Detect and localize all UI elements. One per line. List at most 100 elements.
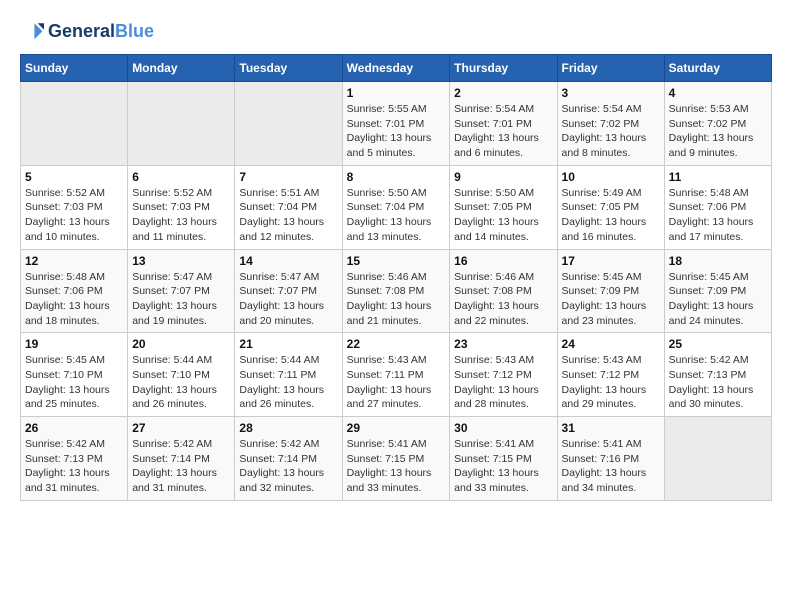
calendar-cell: 7 Sunrise: 5:51 AM Sunset: 7:04 PM Daylig… — [235, 165, 342, 249]
calendar-cell: 21 Sunrise: 5:44 AM Sunset: 7:11 PM Dayli… — [235, 333, 342, 417]
day-number: 3 — [562, 86, 660, 100]
calendar-cell: 17 Sunrise: 5:45 AM Sunset: 7:09 PM Dayli… — [557, 249, 664, 333]
day-info: Sunrise: 5:42 AM Sunset: 7:13 PM Dayligh… — [669, 353, 767, 412]
day-info: Sunrise: 5:54 AM Sunset: 7:02 PM Dayligh… — [562, 102, 660, 161]
calendar-cell: 15Sunrise: 5:46 AM Sunset: 7:08 PM Dayli… — [342, 249, 450, 333]
calendar-cell — [128, 82, 235, 166]
day-info: Sunrise: 5:53 AM Sunset: 7:02 PM Dayligh… — [669, 102, 767, 161]
day-number: 23 — [454, 337, 552, 351]
day-info: Sunrise: 5:41 AM Sunset: 7:15 PM Dayligh… — [347, 437, 446, 496]
day-info: Sunrise: 5:41 AM Sunset: 7:15 PM Dayligh… — [454, 437, 552, 496]
day-number: 1 — [347, 86, 446, 100]
day-info: Sunrise: 5:54 AM Sunset: 7:01 PM Dayligh… — [454, 102, 552, 161]
day-info: Sunrise: 5:45 AM Sunset: 7:09 PM Dayligh… — [669, 270, 767, 329]
day-info: Sunrise: 5:44 AM Sunset: 7:11 PM Dayligh… — [239, 353, 337, 412]
calendar-week: 19 Sunrise: 5:45 AM Sunset: 7:10 PM Dayli… — [21, 333, 772, 417]
day-number: 25 — [669, 337, 767, 351]
day-info: Sunrise: 5:47 AM Sunset: 7:07 PM Dayligh… — [239, 270, 337, 329]
day-info: Sunrise: 5:52 AM Sunset: 7:03 PM Dayligh… — [132, 186, 230, 245]
day-number: 21 — [239, 337, 337, 351]
calendar-body: 1 Sunrise: 5:55 AM Sunset: 7:01 PM Daylig… — [21, 82, 772, 501]
calendar-cell: 12 Sunrise: 5:48 AM Sunset: 7:06 PM Dayli… — [21, 249, 128, 333]
calendar-cell: 23Sunrise: 5:43 AM Sunset: 7:12 PM Dayli… — [450, 333, 557, 417]
weekday-header: Tuesday — [235, 55, 342, 82]
weekday-header: Monday — [128, 55, 235, 82]
day-number: 12 — [25, 254, 123, 268]
calendar-cell: 19 Sunrise: 5:45 AM Sunset: 7:10 PM Dayli… — [21, 333, 128, 417]
calendar-cell: 4 Sunrise: 5:53 AM Sunset: 7:02 PM Daylig… — [664, 82, 771, 166]
calendar-cell: 5Sunrise: 5:52 AM Sunset: 7:03 PM Daylig… — [21, 165, 128, 249]
day-info: Sunrise: 5:46 AM Sunset: 7:08 PM Dayligh… — [454, 270, 552, 329]
weekday-header: Sunday — [21, 55, 128, 82]
day-info: Sunrise: 5:51 AM Sunset: 7:04 PM Dayligh… — [239, 186, 337, 245]
day-info: Sunrise: 5:43 AM Sunset: 7:11 PM Dayligh… — [347, 353, 446, 412]
calendar-cell: 3 Sunrise: 5:54 AM Sunset: 7:02 PM Daylig… — [557, 82, 664, 166]
calendar-cell: 24Sunrise: 5:43 AM Sunset: 7:12 PM Dayli… — [557, 333, 664, 417]
calendar-cell: 8 Sunrise: 5:50 AM Sunset: 7:04 PM Daylig… — [342, 165, 450, 249]
calendar-cell: 6 Sunrise: 5:52 AM Sunset: 7:03 PM Daylig… — [128, 165, 235, 249]
calendar-cell: 28 Sunrise: 5:42 AM Sunset: 7:14 PM Dayli… — [235, 417, 342, 501]
calendar-cell: 20 Sunrise: 5:44 AM Sunset: 7:10 PM Dayli… — [128, 333, 235, 417]
calendar-cell — [21, 82, 128, 166]
day-number: 4 — [669, 86, 767, 100]
weekday-header: Friday — [557, 55, 664, 82]
day-number: 15 — [347, 254, 446, 268]
day-info: Sunrise: 5:45 AM Sunset: 7:10 PM Dayligh… — [25, 353, 123, 412]
day-info: Sunrise: 5:47 AM Sunset: 7:07 PM Dayligh… — [132, 270, 230, 329]
day-info: Sunrise: 5:48 AM Sunset: 7:06 PM Dayligh… — [25, 270, 123, 329]
calendar-header: SundayMondayTuesdayWednesdayThursdayFrid… — [21, 55, 772, 82]
day-number: 31 — [562, 421, 660, 435]
calendar-cell — [235, 82, 342, 166]
calendar-cell: 31 Sunrise: 5:41 AM Sunset: 7:16 PM Dayli… — [557, 417, 664, 501]
calendar-cell: 18 Sunrise: 5:45 AM Sunset: 7:09 PM Dayli… — [664, 249, 771, 333]
calendar-cell: 14 Sunrise: 5:47 AM Sunset: 7:07 PM Dayli… — [235, 249, 342, 333]
day-info: Sunrise: 5:50 AM Sunset: 7:04 PM Dayligh… — [347, 186, 446, 245]
day-number: 20 — [132, 337, 230, 351]
calendar-week: 5Sunrise: 5:52 AM Sunset: 7:03 PM Daylig… — [21, 165, 772, 249]
day-number: 9 — [454, 170, 552, 184]
calendar-week: 26 Sunrise: 5:42 AM Sunset: 7:13 PM Dayli… — [21, 417, 772, 501]
calendar-cell: 9Sunrise: 5:50 AM Sunset: 7:05 PM Daylig… — [450, 165, 557, 249]
day-info: Sunrise: 5:44 AM Sunset: 7:10 PM Dayligh… — [132, 353, 230, 412]
day-info: Sunrise: 5:42 AM Sunset: 7:13 PM Dayligh… — [25, 437, 123, 496]
day-number: 10 — [562, 170, 660, 184]
calendar-cell: 11Sunrise: 5:48 AM Sunset: 7:06 PM Dayli… — [664, 165, 771, 249]
day-info: Sunrise: 5:52 AM Sunset: 7:03 PM Dayligh… — [25, 186, 123, 245]
day-number: 18 — [669, 254, 767, 268]
day-number: 26 — [25, 421, 123, 435]
calendar-cell — [664, 417, 771, 501]
day-number: 11 — [669, 170, 767, 184]
day-number: 24 — [562, 337, 660, 351]
day-info: Sunrise: 5:55 AM Sunset: 7:01 PM Dayligh… — [347, 102, 446, 161]
calendar-cell: 26 Sunrise: 5:42 AM Sunset: 7:13 PM Dayli… — [21, 417, 128, 501]
day-number: 7 — [239, 170, 337, 184]
weekday-header: Wednesday — [342, 55, 450, 82]
logo-text: GeneralBlue — [48, 22, 154, 42]
logo-icon — [20, 20, 44, 44]
calendar-cell: 30Sunrise: 5:41 AM Sunset: 7:15 PM Dayli… — [450, 417, 557, 501]
day-number: 17 — [562, 254, 660, 268]
day-number: 28 — [239, 421, 337, 435]
calendar-cell: 2 Sunrise: 5:54 AM Sunset: 7:01 PM Daylig… — [450, 82, 557, 166]
page-header: GeneralBlue — [20, 20, 772, 44]
day-number: 6 — [132, 170, 230, 184]
day-info: Sunrise: 5:41 AM Sunset: 7:16 PM Dayligh… — [562, 437, 660, 496]
day-number: 27 — [132, 421, 230, 435]
calendar-cell: 13Sunrise: 5:47 AM Sunset: 7:07 PM Dayli… — [128, 249, 235, 333]
logo: GeneralBlue — [20, 20, 154, 44]
calendar-week: 12 Sunrise: 5:48 AM Sunset: 7:06 PM Dayli… — [21, 249, 772, 333]
day-number: 14 — [239, 254, 337, 268]
day-number: 19 — [25, 337, 123, 351]
calendar-cell: 27 Sunrise: 5:42 AM Sunset: 7:14 PM Dayli… — [128, 417, 235, 501]
calendar-cell: 29Sunrise: 5:41 AM Sunset: 7:15 PM Dayli… — [342, 417, 450, 501]
weekday-header: Saturday — [664, 55, 771, 82]
calendar-cell: 25 Sunrise: 5:42 AM Sunset: 7:13 PM Dayli… — [664, 333, 771, 417]
calendar-cell: 22Sunrise: 5:43 AM Sunset: 7:11 PM Dayli… — [342, 333, 450, 417]
day-info: Sunrise: 5:42 AM Sunset: 7:14 PM Dayligh… — [239, 437, 337, 496]
day-number: 8 — [347, 170, 446, 184]
day-number: 2 — [454, 86, 552, 100]
calendar-cell: 10 Sunrise: 5:49 AM Sunset: 7:05 PM Dayli… — [557, 165, 664, 249]
day-info: Sunrise: 5:42 AM Sunset: 7:14 PM Dayligh… — [132, 437, 230, 496]
day-info: Sunrise: 5:49 AM Sunset: 7:05 PM Dayligh… — [562, 186, 660, 245]
day-info: Sunrise: 5:45 AM Sunset: 7:09 PM Dayligh… — [562, 270, 660, 329]
